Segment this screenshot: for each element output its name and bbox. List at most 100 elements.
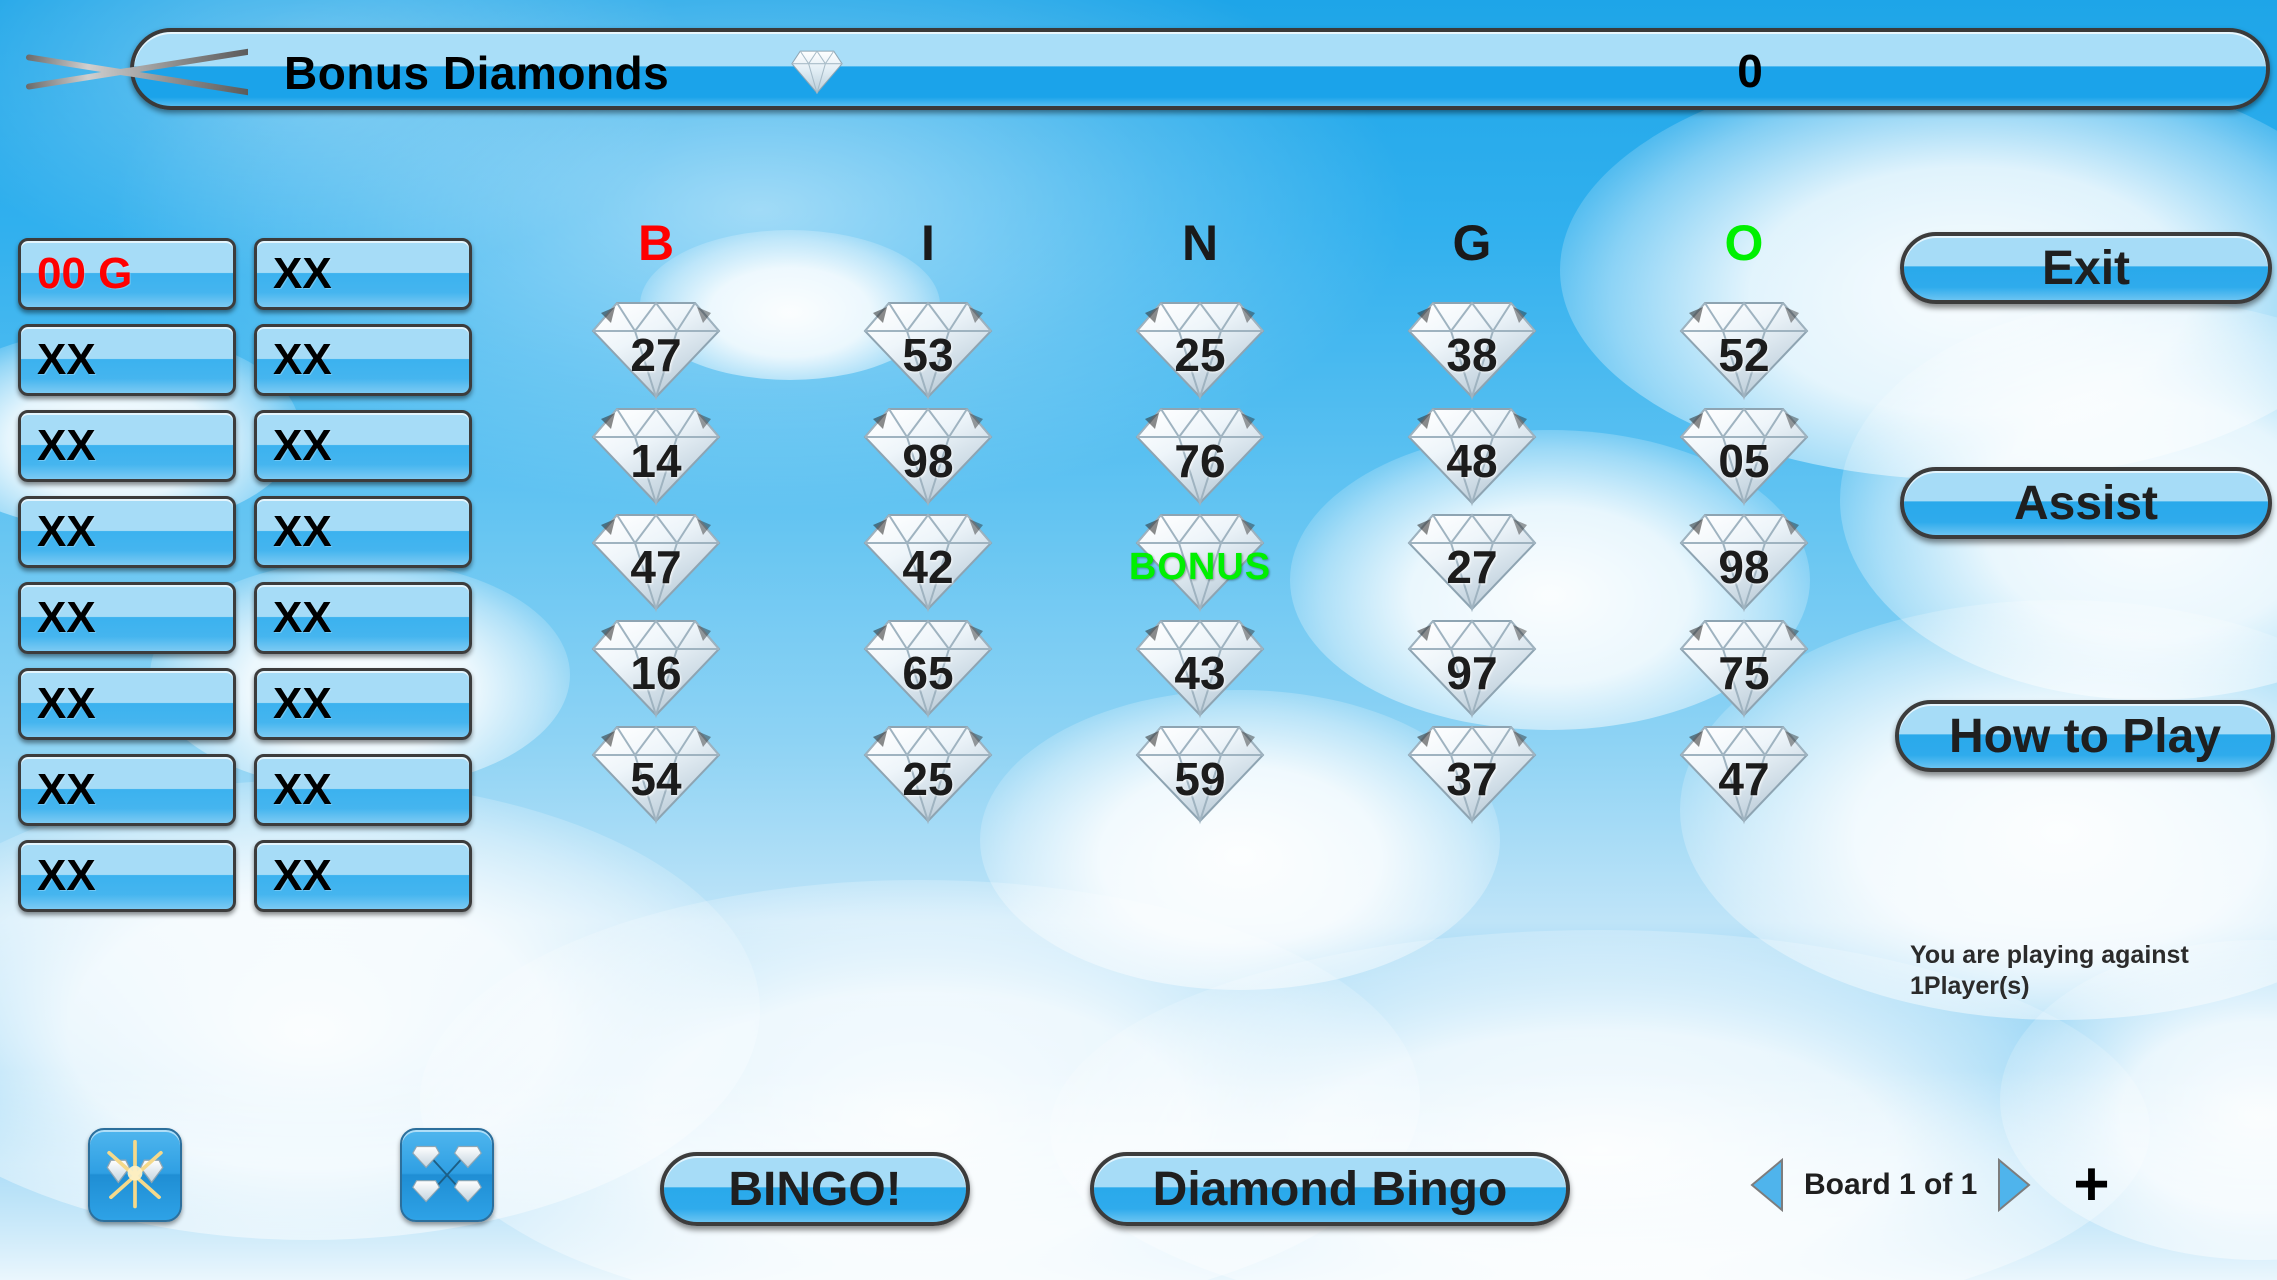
called-number-label: 00 G: [37, 249, 133, 298]
bingo-cell[interactable]: 27: [1336, 508, 1608, 614]
called-number-label: XX: [37, 851, 96, 900]
bingo-cell-value: 16: [630, 647, 682, 699]
board-navigation: Board 1 of 1 +: [1750, 1154, 2110, 1217]
called-number-label: XX: [37, 507, 96, 556]
bingo-cell[interactable]: 25: [1064, 296, 1336, 402]
called-number-slot: XX: [254, 840, 472, 912]
called-number-slot: XX: [254, 324, 472, 396]
bingo-cell[interactable]: 98: [792, 402, 1064, 508]
called-number-label: XX: [37, 593, 96, 642]
called-number-label: XX: [273, 421, 332, 470]
bonus-diamonds-banner: Bonus Diamonds 0: [0, 10, 2277, 122]
bingo-header-n: N: [1181, 215, 1219, 271]
bingo-cell-value: 59: [1174, 753, 1226, 805]
banner-title: Bonus Diamonds: [284, 47, 670, 99]
called-number-label: XX: [273, 679, 332, 728]
called-number-label: XX: [37, 335, 96, 384]
bingo-cell-value: 48: [1446, 435, 1498, 487]
diamond-icon: [790, 48, 844, 95]
bingo-cell[interactable]: BONUS: [1064, 508, 1336, 614]
bingo-cell-value: 65: [902, 647, 954, 699]
called-number-label: XX: [273, 765, 332, 814]
bingo-cell-value: 37: [1446, 753, 1498, 805]
called-number-label: XX: [273, 249, 332, 298]
bingo-cell-value: 25: [902, 753, 954, 805]
bingo-cell[interactable]: 52: [1608, 296, 1880, 402]
called-number-label: XX: [37, 679, 96, 728]
bingo-cell-value: 25: [1174, 329, 1226, 381]
bingo-cell-value: 52: [1718, 329, 1770, 381]
bingo-cell[interactable]: 37: [1336, 720, 1608, 826]
bingo-cell[interactable]: 42: [792, 508, 1064, 614]
bingo-button[interactable]: BINGO!: [660, 1152, 970, 1226]
bingo-cell[interactable]: 43: [1064, 614, 1336, 720]
called-number-slot: XX: [254, 754, 472, 826]
called-numbers-panel: 00 G XX XX XX XX XX XX XX XX XX XX XX XX XX XX XX: [18, 238, 472, 912]
bingo-header-o: O: [1724, 215, 1764, 271]
bingo-cell-value: 76: [1174, 435, 1226, 487]
how-to-play-button[interactable]: How to Play: [1895, 700, 2275, 772]
called-number-slot: XX: [254, 582, 472, 654]
four-diamonds-pattern-icon[interactable]: [400, 1128, 494, 1222]
called-number-slot: XX: [254, 410, 472, 482]
bingo-cell-grid: 27 53 25 38 52 14 98 76 48 05 47 42 BONU…: [520, 296, 1880, 826]
bingo-cell[interactable]: 53: [792, 296, 1064, 402]
bingo-cell[interactable]: 48: [1336, 402, 1608, 508]
bingo-header-i: I: [921, 215, 935, 271]
called-number-label: XX: [273, 593, 332, 642]
bingo-cell-value: 97: [1446, 647, 1498, 699]
called-number-slot: XX: [18, 324, 236, 396]
bingo-cell[interactable]: 47: [520, 508, 792, 614]
sparkle-diamond-icon[interactable]: [88, 1128, 182, 1222]
add-board-button[interactable]: +: [2073, 1154, 2109, 1217]
bingo-cell-value: 47: [630, 541, 682, 593]
called-number-slot: XX: [254, 238, 472, 310]
bingo-cell[interactable]: 65: [792, 614, 1064, 720]
called-number-slot: XX: [254, 496, 472, 568]
triangle-right-icon[interactable]: [1997, 1157, 2031, 1213]
bingo-cell[interactable]: 76: [1064, 402, 1336, 508]
bingo-cell-value: 14: [630, 435, 682, 487]
bingo-cell[interactable]: 25: [792, 720, 1064, 826]
assist-button[interactable]: Assist: [1900, 467, 2272, 539]
bonus-diamonds-count: 0: [1737, 45, 1763, 97]
bingo-board: B I N G O 27 53 25 38 52 14 98 76 48 05 47 4…: [520, 210, 1880, 826]
bingo-cell-value: 98: [902, 435, 954, 487]
triangle-left-icon[interactable]: [1750, 1157, 1784, 1213]
bingo-cell-value: 75: [1718, 647, 1770, 699]
bingo-cell[interactable]: 54: [520, 720, 792, 826]
opponent-status-text: You are playing against 1Player(s): [1910, 941, 2189, 1001]
bingo-cell[interactable]: 97: [1336, 614, 1608, 720]
bingo-cell-value: 27: [630, 329, 682, 381]
bingo-cell[interactable]: 75: [1608, 614, 1880, 720]
game-screen: Bonus Diamonds 0 00 G XX XX XX XX XX XX XX XX XX X…: [0, 0, 2277, 1280]
bingo-cell[interactable]: 14: [520, 402, 792, 508]
called-number-label: XX: [273, 851, 332, 900]
exit-button[interactable]: Exit: [1900, 232, 2272, 304]
called-number-slot: XX: [18, 582, 236, 654]
bingo-cell-value: 54: [630, 753, 682, 805]
called-number-label: XX: [273, 507, 332, 556]
bingo-cell[interactable]: 16: [520, 614, 792, 720]
bingo-cell[interactable]: 05: [1608, 402, 1880, 508]
called-number-slot: XX: [18, 840, 236, 912]
bingo-cell-value: 38: [1446, 329, 1498, 381]
called-number-slot: XX: [254, 668, 472, 740]
bingo-column-headers: BINGO: [520, 210, 1880, 276]
called-number-label: XX: [37, 421, 96, 470]
bingo-cell[interactable]: 47: [1608, 720, 1880, 826]
board-counter-label: Board 1 of 1: [1804, 1168, 1978, 1201]
bingo-cell-value: 05: [1718, 435, 1770, 487]
bingo-cell-value: 42: [902, 541, 954, 593]
called-number-slot: 00 G: [18, 238, 236, 310]
bingo-cell[interactable]: 98: [1608, 508, 1880, 614]
bingo-cell[interactable]: 59: [1064, 720, 1336, 826]
bingo-header-g: G: [1452, 215, 1492, 271]
called-number-label: XX: [37, 765, 96, 814]
diamond-bingo-button[interactable]: Diamond Bingo: [1090, 1152, 1570, 1226]
bingo-header-b: B: [637, 215, 675, 271]
bingo-cell-value: 98: [1718, 541, 1770, 593]
bingo-cell[interactable]: 27: [520, 296, 792, 402]
bingo-cell[interactable]: 38: [1336, 296, 1608, 402]
bingo-cell-value: 53: [902, 329, 954, 381]
